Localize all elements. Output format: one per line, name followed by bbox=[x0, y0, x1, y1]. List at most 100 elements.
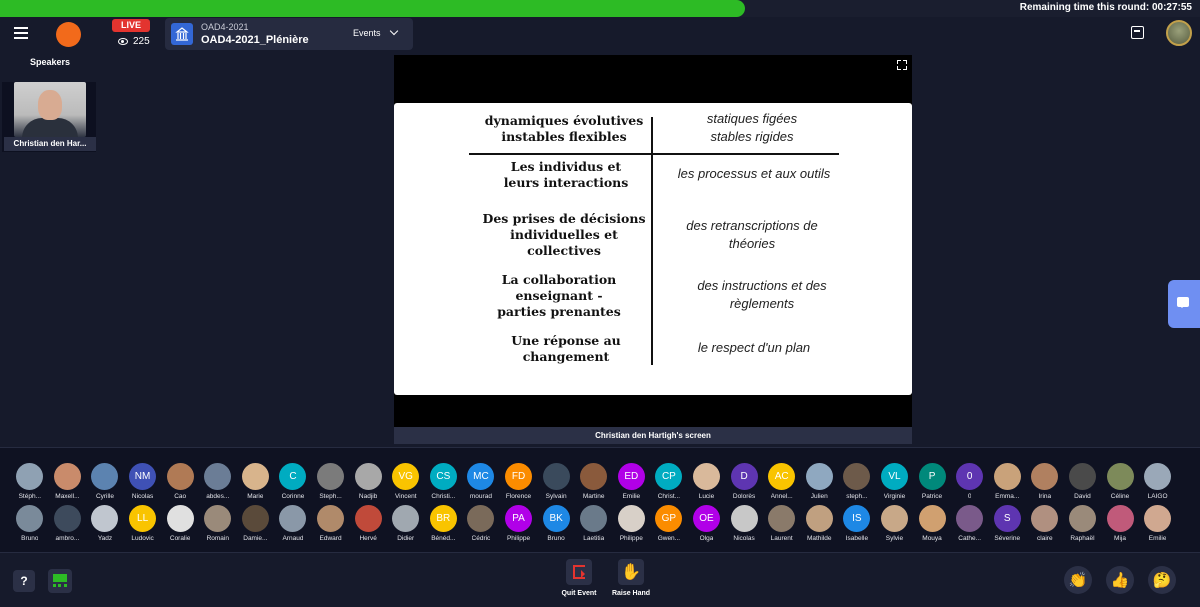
participant-tile[interactable]: S Séverine bbox=[988, 505, 1026, 542]
participant-tile[interactable]: CP Christ... bbox=[650, 463, 688, 500]
participant-tile[interactable]: VL Virginie bbox=[876, 463, 914, 500]
participant-avatar: ED bbox=[617, 463, 645, 490]
participant-tile[interactable]: Coralie bbox=[161, 505, 199, 542]
participant-name: Arnaud bbox=[282, 535, 304, 542]
participant-tile[interactable]: Nadjib bbox=[349, 463, 387, 500]
participant-tile[interactable]: Nicolas bbox=[725, 505, 763, 542]
clap-reaction-button[interactable]: 👏 bbox=[1064, 566, 1092, 594]
thinking-reaction-button[interactable]: 🤔 bbox=[1148, 566, 1176, 594]
slide-left-cell-2: Les individus et leurs interactions bbox=[503, 159, 629, 190]
participant-avatar bbox=[1144, 505, 1172, 532]
participant-tile[interactable]: BK Bruno bbox=[537, 505, 575, 542]
participant-tile[interactable]: Lucie bbox=[688, 463, 726, 500]
participant-tile[interactable]: claire bbox=[1026, 505, 1064, 542]
participant-tile[interactable]: PA Philippe bbox=[500, 505, 538, 542]
participant-tile[interactable]: Didier bbox=[387, 505, 425, 542]
help-button[interactable]: ? bbox=[13, 570, 35, 592]
participant-tile[interactable]: BR Bénéd... bbox=[425, 505, 463, 542]
participant-tile[interactable]: Maxell... bbox=[49, 463, 87, 500]
participant-tile[interactable]: MC mourad bbox=[462, 463, 500, 500]
raise-hand-button[interactable]: ✋ Raise Hand bbox=[606, 559, 656, 597]
participant-tile[interactable]: ambro... bbox=[49, 505, 87, 542]
participant-tile[interactable]: Steph... bbox=[312, 463, 350, 500]
participant-tile[interactable]: steph... bbox=[838, 463, 876, 500]
participant-tile[interactable]: Romain bbox=[199, 505, 237, 542]
participant-tile[interactable]: Stéph... bbox=[11, 463, 49, 500]
participant-tile[interactable]: OE Olga bbox=[688, 505, 726, 542]
participant-avatar bbox=[166, 505, 194, 532]
participant-tile[interactable]: LAIGO bbox=[1139, 463, 1177, 500]
participant-tile[interactable]: Bruno bbox=[11, 505, 49, 542]
participant-tile[interactable]: Mouya bbox=[913, 505, 951, 542]
events-dropdown-button[interactable]: Events bbox=[353, 26, 398, 38]
participant-tile[interactable]: LL Ludovic bbox=[124, 505, 162, 542]
participant-tile[interactable]: Mija bbox=[1101, 505, 1139, 542]
participant-tile[interactable]: Emilie bbox=[1139, 505, 1177, 542]
participant-tile[interactable]: D Dolorès bbox=[725, 463, 763, 500]
participant-tile[interactable]: David bbox=[1064, 463, 1102, 500]
fullscreen-icon[interactable] bbox=[897, 60, 907, 70]
participant-tile[interactable]: GP Gwen... bbox=[650, 505, 688, 542]
slide-right-cell-1: statiques figées stables rigides bbox=[706, 111, 798, 144]
participant-tile[interactable]: Julien bbox=[800, 463, 838, 500]
participant-avatar bbox=[317, 505, 345, 532]
participant-tile[interactable]: Mathilde bbox=[800, 505, 838, 542]
participant-tile[interactable]: Marie bbox=[237, 463, 275, 500]
participant-name: Cao bbox=[174, 493, 187, 500]
chat-toggle-button[interactable] bbox=[1168, 280, 1200, 328]
participant-tile[interactable]: Cao bbox=[161, 463, 199, 500]
participant-tile[interactable]: Cédric bbox=[462, 505, 500, 542]
participant-avatar: CS bbox=[429, 463, 457, 490]
participant-tile[interactable]: VG Vincent bbox=[387, 463, 425, 500]
participant-tile[interactable]: IS Isabelle bbox=[838, 505, 876, 542]
app-logo[interactable] bbox=[56, 22, 81, 47]
slide-right-cell-3: des retranscriptions de théories bbox=[686, 218, 818, 251]
participant-tile[interactable]: CS Christi... bbox=[425, 463, 463, 500]
layout-toggle-button[interactable] bbox=[48, 569, 72, 593]
participant-name: Cathe... bbox=[958, 535, 982, 542]
participant-tile[interactable]: Laurent bbox=[763, 505, 801, 542]
participant-avatar: VL bbox=[880, 463, 908, 490]
participant-tile[interactable]: C Corinne bbox=[274, 463, 312, 500]
participant-tile[interactable]: P Patrice bbox=[913, 463, 951, 500]
participant-avatar bbox=[467, 505, 495, 532]
user-avatar[interactable] bbox=[1166, 20, 1192, 46]
participant-avatar bbox=[16, 463, 44, 490]
participant-tile[interactable]: Martine bbox=[575, 463, 613, 500]
participant-tile[interactable]: Philippe bbox=[613, 505, 651, 542]
participant-name: Céline bbox=[1110, 493, 1130, 500]
participant-tile[interactable]: Sylvain bbox=[537, 463, 575, 500]
participant-tile[interactable]: abdes... bbox=[199, 463, 237, 500]
participant-tile[interactable]: Sylvie bbox=[876, 505, 914, 542]
hamburger-menu-icon[interactable] bbox=[12, 25, 30, 43]
participant-tile[interactable]: AC Annel... bbox=[763, 463, 801, 500]
like-reaction-button[interactable]: 👍 bbox=[1106, 566, 1134, 594]
participant-tile[interactable]: Cyrille bbox=[86, 463, 124, 500]
participant-tile[interactable]: ED Emilie bbox=[613, 463, 651, 500]
participant-tile[interactable]: Irina bbox=[1026, 463, 1064, 500]
participant-tile[interactable]: Hervé bbox=[349, 505, 387, 542]
event-selector[interactable]: OAD4-2021 OAD4-2021_Plénière Events bbox=[165, 18, 413, 50]
speaker-tile[interactable]: Christian den Har... bbox=[2, 82, 96, 152]
participant-avatar bbox=[1031, 463, 1059, 490]
participant-name: Nicolas bbox=[733, 535, 755, 542]
participant-tile[interactable]: Laetitia bbox=[575, 505, 613, 542]
participant-tile[interactable]: Damie... bbox=[237, 505, 275, 542]
speakers-label: Speakers bbox=[30, 57, 71, 67]
participant-tile[interactable]: NM Nicolas bbox=[124, 463, 162, 500]
participant-tile[interactable]: Cathe... bbox=[951, 505, 989, 542]
participant-avatar: NM bbox=[129, 463, 157, 490]
clapping-hands-icon: 👏 bbox=[1068, 572, 1088, 589]
participant-tile[interactable]: Emma... bbox=[988, 463, 1026, 500]
participant-tile[interactable]: Edward bbox=[312, 505, 350, 542]
participant-tile[interactable]: Arnaud bbox=[274, 505, 312, 542]
participant-tile[interactable]: Céline bbox=[1101, 463, 1139, 500]
quit-event-button[interactable]: Quit Event bbox=[554, 559, 604, 597]
participant-tile[interactable]: 00 bbox=[951, 463, 989, 500]
participant-avatar bbox=[91, 505, 119, 532]
participant-tile[interactable]: Yadz bbox=[86, 505, 124, 542]
calendar-icon[interactable] bbox=[1131, 26, 1144, 39]
participant-tile[interactable]: Raphaël bbox=[1064, 505, 1102, 542]
slide-left-cell-1: dynamiques évolutives instables flexible… bbox=[484, 113, 644, 144]
participant-tile[interactable]: FD Florence bbox=[500, 463, 538, 500]
